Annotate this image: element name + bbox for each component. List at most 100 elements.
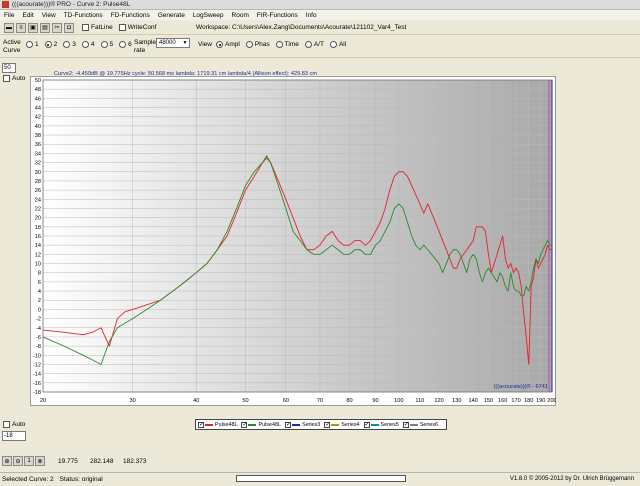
curve-radio-4[interactable]: 4	[81, 41, 95, 48]
menu-view[interactable]: View	[42, 12, 56, 19]
legend-item[interactable]: Pulse48L	[241, 421, 281, 428]
y-tick-label: 24	[35, 197, 41, 203]
print-icon[interactable]: ▣	[28, 22, 38, 33]
sample-rate-value: 48000	[159, 40, 176, 46]
zoom-in-icon[interactable]: ⊕	[2, 456, 12, 466]
curve-radio-6[interactable]: 6	[119, 41, 132, 48]
y-tick-label: 20	[35, 216, 41, 222]
readout-1: 19.775	[58, 458, 78, 465]
sample-rate-label: Sample rate	[134, 39, 157, 54]
legend-checkbox[interactable]	[198, 421, 204, 428]
y-tick-label: 36	[35, 142, 41, 148]
menu-file[interactable]: File	[4, 12, 14, 19]
legend-item[interactable]: Series6	[402, 421, 438, 428]
legend-item[interactable]: Series4	[324, 421, 360, 428]
x-tick-label: 200	[547, 398, 556, 404]
curve-radio-5[interactable]: 5	[100, 41, 113, 48]
legend-label: Pulse48L	[258, 421, 281, 428]
y-tick-label: 32	[35, 161, 41, 167]
legend-label: Series5	[380, 421, 399, 428]
legend-swatch	[205, 423, 213, 426]
copy-icon[interactable]: ▤	[40, 22, 50, 33]
y-tick-label: 50	[35, 78, 41, 84]
legend-checkbox[interactable]	[324, 421, 330, 428]
view-radio-at[interactable]: A/T	[304, 41, 324, 48]
zoom-1-icon[interactable]: 1	[24, 456, 34, 466]
fatline-box[interactable]	[82, 24, 89, 31]
legend-item[interactable]: Series3	[284, 421, 321, 428]
y-tick-label: 28	[35, 179, 41, 185]
x-tick-label: 120	[434, 398, 443, 404]
y-tick-label: 34	[35, 151, 41, 157]
x-tick-label: 150	[484, 398, 493, 404]
ymin-input[interactable]: -18	[2, 431, 26, 441]
menu-logsweep[interactable]: LogSweep	[193, 12, 224, 19]
y-tick-label: 18	[35, 225, 41, 231]
fatline-checkbox[interactable]: FatLine	[82, 24, 113, 31]
menu-bar: File Edit View TD-Functions FD-Functions…	[0, 10, 640, 20]
y-tick-label: 8	[38, 271, 41, 277]
writeconf-checkbox[interactable]: WriteConf	[118, 24, 156, 31]
curve-radio-2[interactable]: 2	[44, 41, 57, 48]
y-tick-label: -6	[36, 335, 41, 341]
auto-top-checkbox[interactable]: Auto	[3, 75, 25, 82]
zoom-reset-icon[interactable]: ⊗	[35, 456, 45, 466]
sample-rate-select[interactable]: 48000 ▼	[156, 38, 190, 48]
y-tick-label: 2	[38, 298, 41, 304]
app-icon	[2, 1, 9, 8]
curve-radio-3[interactable]: 3	[63, 41, 76, 48]
y-tick-label: 4	[38, 289, 41, 295]
watermark-text: (((acourate)))® - 6741	[494, 383, 548, 390]
chevron-down-icon[interactable]: ▼	[182, 40, 188, 46]
writeconf-box[interactable]	[118, 24, 126, 31]
menu-fir-functions[interactable]: FIR-Functions	[257, 12, 298, 19]
x-tick-label: 90	[372, 398, 378, 404]
legend-label: Series3	[301, 421, 321, 428]
y-tick-label: -10	[33, 353, 41, 359]
x-tick-label: 170	[511, 398, 520, 404]
legend-checkbox[interactable]	[241, 421, 248, 428]
notes-icon[interactable]: ≡	[16, 22, 26, 33]
view-radio-ampl[interactable]: Ampl	[216, 41, 240, 48]
legend-item[interactable]: Series5	[363, 421, 399, 428]
y-tick-label: 38	[35, 133, 41, 139]
zoom-controls: ⊕ ⊖ 1 ⊗	[2, 456, 46, 466]
fatline-label: FatLine	[91, 24, 113, 31]
open-folder-icon[interactable]: ▬	[4, 22, 14, 33]
legend-checkbox[interactable]	[402, 421, 409, 428]
x-tick-label: 190	[536, 398, 545, 404]
auto-bottom-checkbox[interactable]: Auto	[3, 421, 25, 428]
x-tick-label: 100	[394, 398, 403, 404]
menu-fd-functions[interactable]: FD-Functions	[111, 12, 150, 19]
legend-item[interactable]: Pulse48L	[198, 421, 237, 428]
readout-2: 282.148	[90, 458, 114, 465]
x-tick-label: 60	[283, 398, 289, 404]
frequency-response-chart[interactable]: 5048464442403836343230282624222018161412…	[30, 76, 556, 406]
zoom-out-icon[interactable]: ⊖	[13, 456, 23, 466]
cut-icon[interactable]: ✂	[52, 22, 62, 33]
menu-edit[interactable]: Edit	[22, 12, 33, 19]
menu-info[interactable]: Info	[306, 12, 317, 19]
menu-room[interactable]: Room	[232, 12, 249, 19]
ymax-input[interactable]: 50	[2, 63, 16, 73]
y-tick-label: 14	[35, 243, 41, 249]
legend: Pulse48L Pulse48L Series3 Series4 Series5 Ser…	[195, 419, 447, 430]
view-radio-time[interactable]: Time	[275, 41, 299, 48]
legend-checkbox[interactable]	[363, 421, 370, 428]
camera-icon[interactable]: ◘	[64, 22, 74, 33]
view-radio-all[interactable]: All	[329, 41, 346, 48]
curve-radio-1[interactable]: 1	[26, 41, 39, 48]
menu-generate[interactable]: Generate	[158, 12, 185, 19]
y-tick-label: 46	[35, 96, 41, 102]
x-tick-label: 160	[498, 398, 507, 404]
view-group: Ampl Phas Time A/T All	[216, 41, 352, 48]
x-tick-label: 140	[468, 398, 477, 404]
y-tick-label: -14	[33, 372, 41, 378]
readout-3: 182.373	[123, 458, 147, 465]
menu-td-functions[interactable]: TD-Functions	[64, 12, 103, 19]
copyright-text: V1.8.0 © 2005-2012 by Dr. Ulrich Brüggem…	[509, 476, 634, 482]
legend-checkbox[interactable]	[284, 421, 291, 428]
view-radio-phas[interactable]: Phas	[245, 41, 270, 48]
y-tick-label: 22	[35, 206, 41, 212]
status-selected: Selected Curve: 2	[2, 476, 54, 483]
